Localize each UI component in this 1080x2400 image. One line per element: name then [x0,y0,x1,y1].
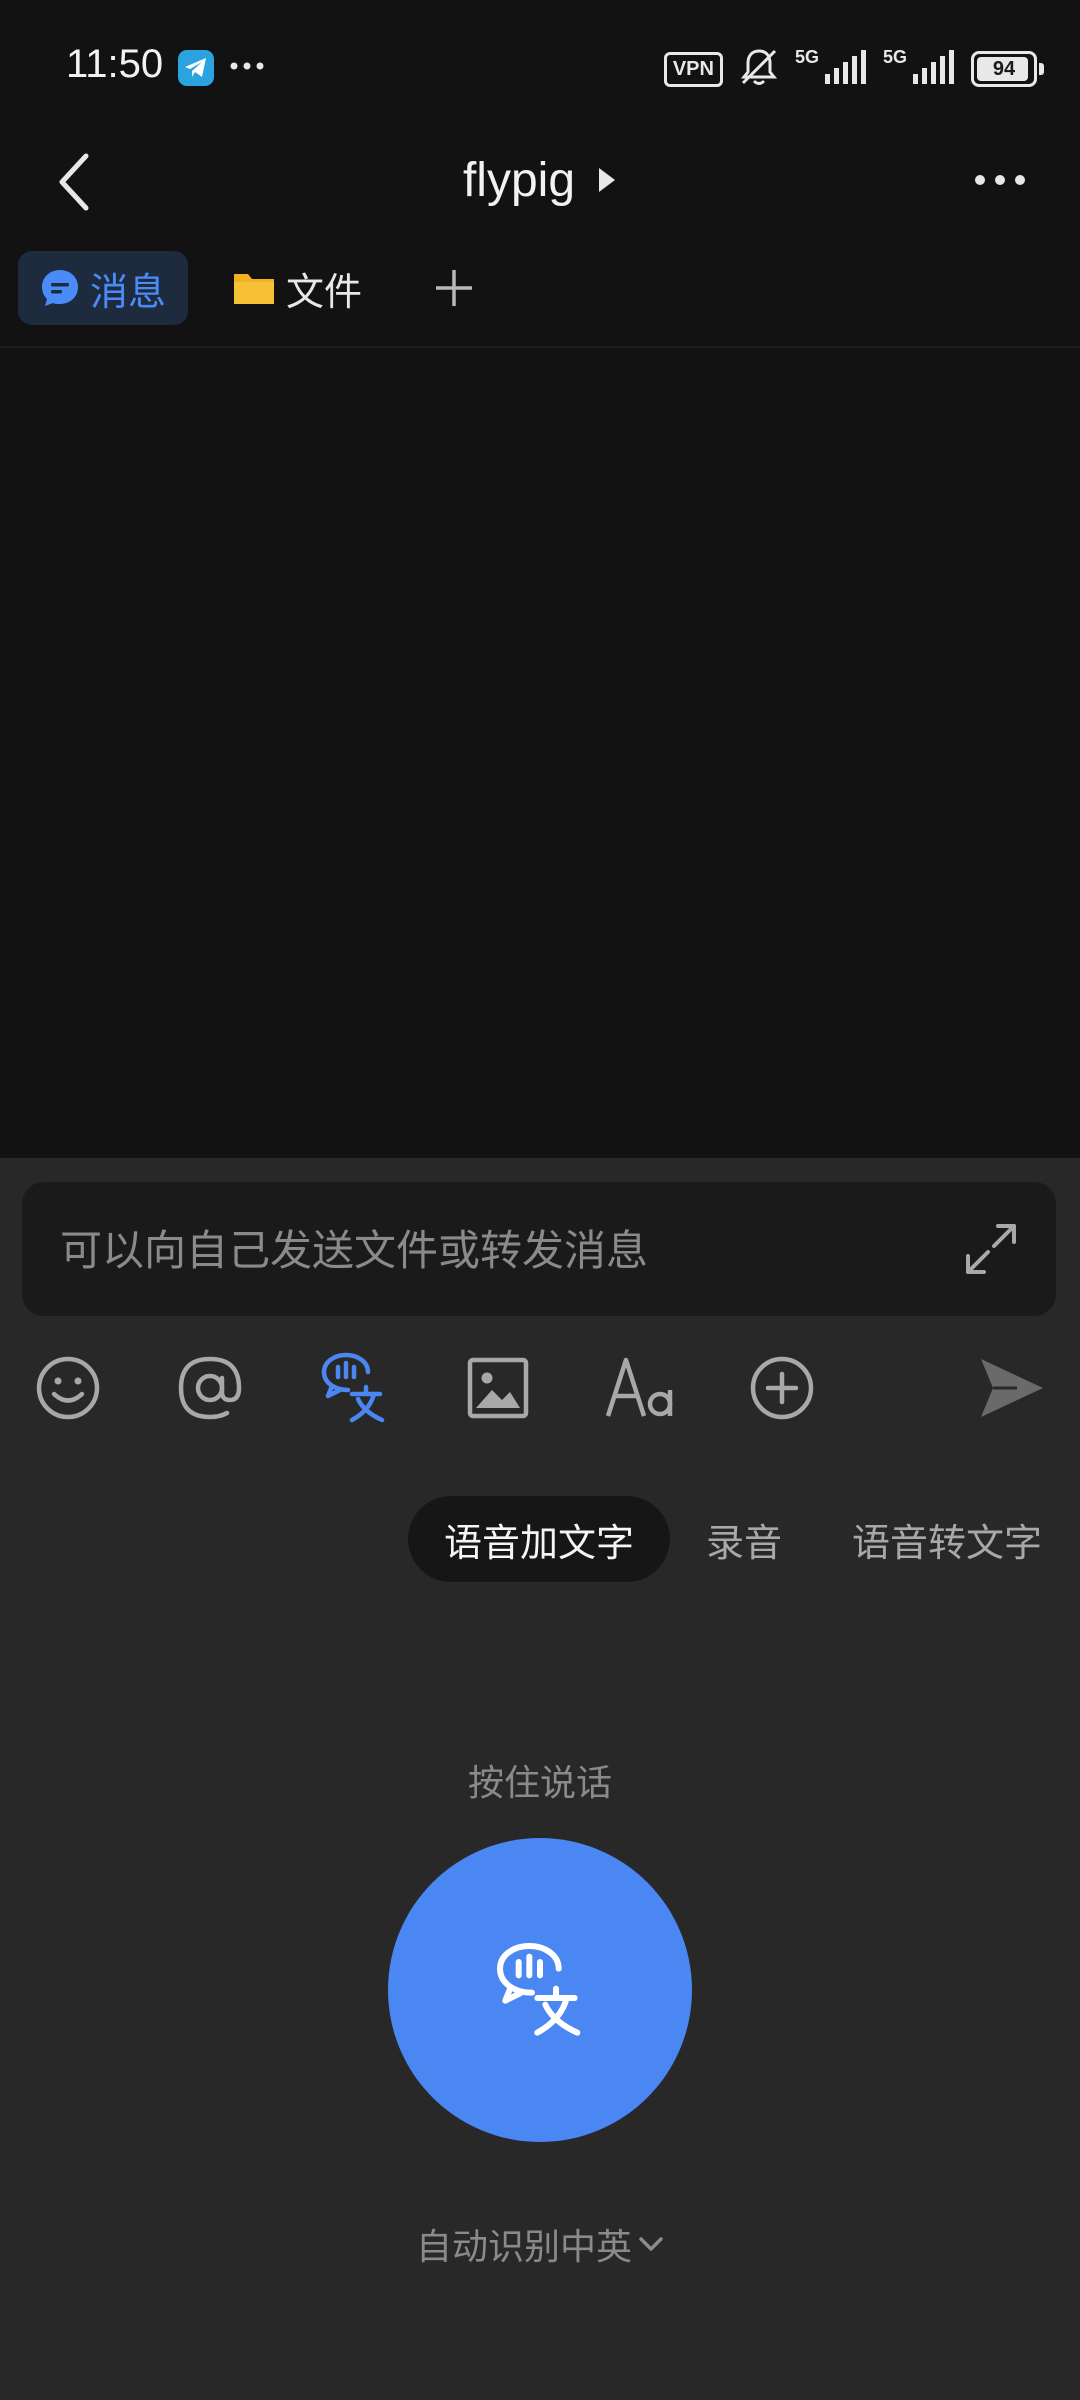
more-dot [995,175,1005,185]
plus-icon [436,270,473,306]
chat-title: flypig [462,153,576,207]
more-options-button[interactable] [960,160,1040,200]
send-button[interactable] [976,1352,1048,1424]
tab-label: 消息 [90,269,167,314]
text-format-button[interactable] [604,1352,676,1424]
hold-to-talk-label: 按住说话 [467,1763,612,1804]
more-dot [1015,175,1025,185]
expand-icon [966,1224,1016,1274]
message-input[interactable] [58,1182,942,1318]
tab-messages[interactable]: 消息 [18,251,189,325]
chevron-down-icon [638,2235,664,2253]
voice-to-text-button[interactable] [318,1352,390,1424]
message-input-container [22,1182,1056,1318]
network-type-1: 5G [794,46,819,67]
more-dot [975,175,985,185]
signal-icon-2 [911,50,957,88]
chat-bubble-icon [40,268,80,308]
mode-voice-to-text[interactable]: 语音转文字 [852,1496,1042,1582]
title-area[interactable]: flypig [0,130,1080,230]
battery-cap [1039,63,1044,75]
emoji-icon [36,1356,100,1420]
send-icon [981,1359,1043,1417]
expand-input-button[interactable] [962,1220,1020,1278]
hold-to-talk-button[interactable] [388,1838,692,2142]
language-label: 自动识别中英 [415,2227,632,2268]
chat-screen: 11:50 VPN 5G 5G 94 flypig 消息 文件 可以向自己发送文… [0,0,1080,2400]
tab-files[interactable]: 文件 [228,251,384,325]
status-indicators: VPN 5G 5G 94 [663,44,1044,94]
battery-icon: 94 [971,51,1037,87]
battery-level: 94 [992,57,1016,80]
more-notifications-icon [228,56,268,76]
mode-voice-plus-text[interactable]: 语音加文字 [408,1496,671,1582]
telegram-notification-icon [178,50,214,86]
chat-tabs: 消息 文件 [18,250,484,326]
add-tab-button[interactable] [424,258,484,318]
voice-text-icon [496,1942,581,2036]
image-button[interactable] [462,1352,534,1424]
plus-circle-icon [750,1356,814,1420]
mention-button[interactable] [174,1352,246,1424]
status-time: 11:50 [66,42,164,86]
image-icon [467,1357,529,1419]
input-toolbar [0,1328,1080,1458]
status-bar: 11:50 VPN 5G 5G 94 [0,0,1080,130]
signal-icon [823,50,869,88]
emoji-button[interactable] [32,1352,104,1424]
network-type-2: 5G [882,46,907,67]
language-selector[interactable]: 自动识别中英 [0,2218,1080,2270]
message-list[interactable] [0,348,1080,1158]
mute-bell-icon [737,45,781,93]
font-format-icon [605,1357,673,1417]
mode-recording[interactable]: 录音 [706,1496,782,1582]
input-panel: 语音加文字 录音 语音转文字 按住说话 自动识别中英 [0,1158,1080,2400]
at-sign-icon [178,1356,242,1420]
vpn-badge: VPN [663,51,723,87]
more-actions-button[interactable] [746,1352,818,1424]
folder-icon [232,270,276,306]
chat-header: flypig [0,130,1080,240]
voice-mode-selector: 语音加文字 录音 语音转文字 [0,1496,1080,1582]
voice-text-icon [321,1352,385,1423]
caret-right-icon [599,168,616,192]
tab-label: 文件 [286,269,363,314]
